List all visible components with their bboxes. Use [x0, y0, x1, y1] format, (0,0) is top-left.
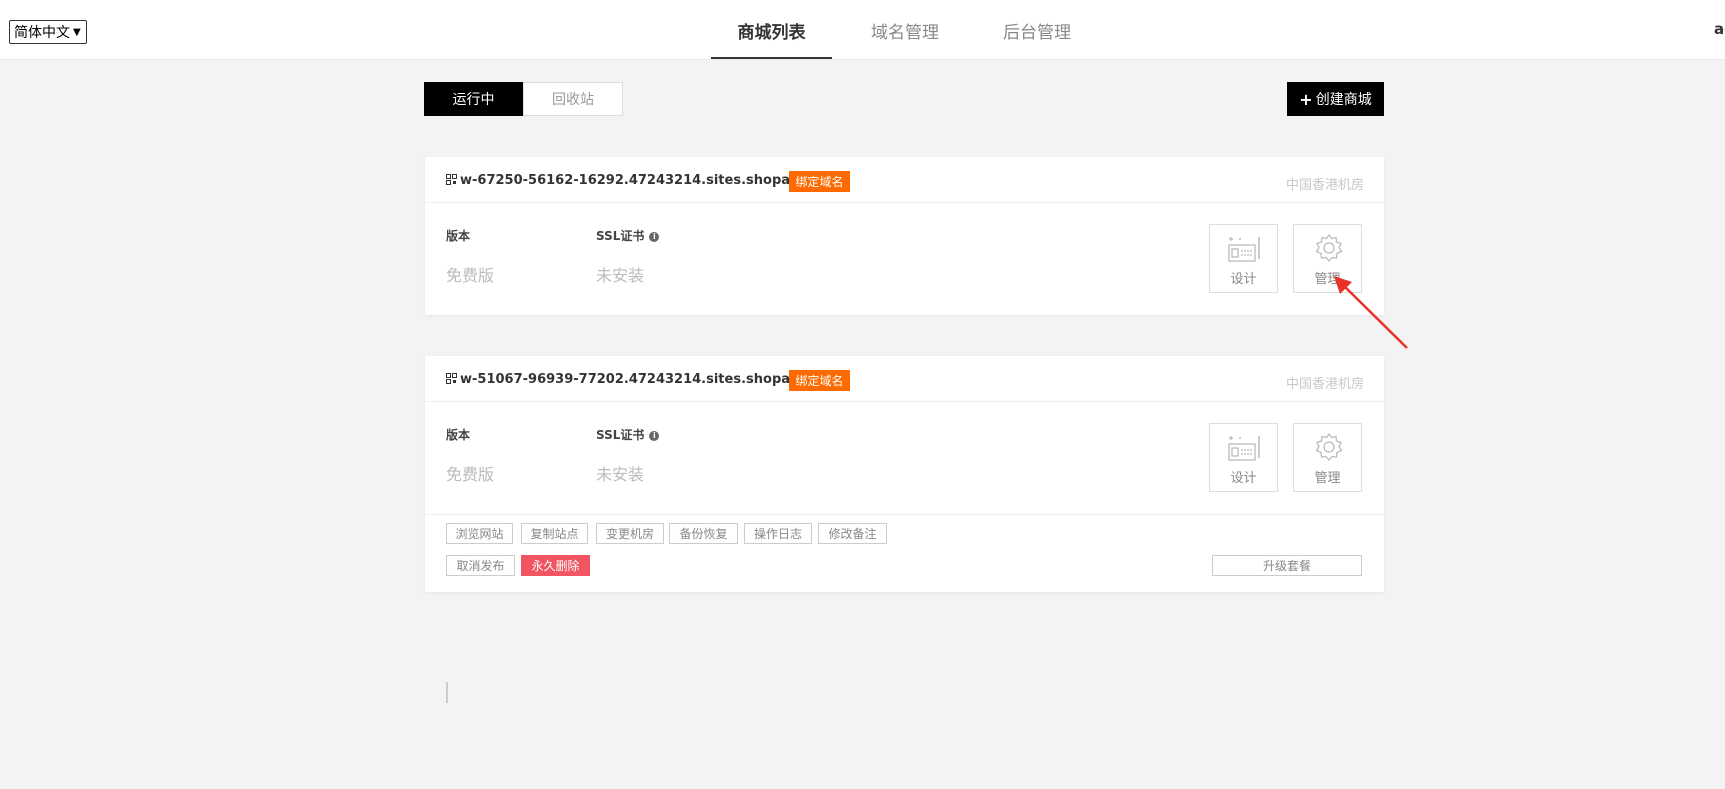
- info-icon[interactable]: i: [649, 430, 660, 441]
- tab-domain-management-label: 域名管理: [871, 23, 939, 43]
- ssl-label: SSL证书 i: [596, 426, 660, 443]
- ssl-label-text: SSL证书: [596, 229, 645, 243]
- bind-domain-button[interactable]: 绑定域名: [789, 370, 850, 391]
- shop-card-body: 版本 免费版 SSL证书 i 未安装 设计 管理: [425, 203, 1384, 315]
- upgrade-plan-button[interactable]: 升级套餐: [1212, 555, 1362, 576]
- status-tab-recycle-bin-label: 回收站: [552, 92, 594, 108]
- edit-remark-button[interactable]: 修改备注: [818, 523, 887, 544]
- gear-icon: [1315, 432, 1343, 461]
- ssl-value: 未安装: [596, 465, 645, 484]
- ssl-value: 未安装: [596, 266, 645, 285]
- status-tab-running-label: 运行中: [452, 92, 495, 108]
- unpublish-button[interactable]: 取消发布: [446, 555, 515, 576]
- manage-button[interactable]: 管理: [1293, 423, 1362, 492]
- info-icon[interactable]: i: [649, 231, 660, 242]
- version-value: 免费版: [446, 266, 495, 285]
- shop-domain[interactable]: w-67250-56162-16292.47243214.sites.shopa…: [460, 173, 828, 188]
- server-region: 中国香港机房: [1285, 377, 1364, 392]
- shop-card: w-67250-56162-16292.47243214.sites.shopa…: [425, 157, 1384, 315]
- create-shop-button-label: 创建商城: [1315, 92, 1372, 108]
- qr-code-icon: [446, 373, 457, 384]
- create-shop-button[interactable]: + 创建商城: [1287, 82, 1384, 116]
- shop-card-header: w-67250-56162-16292.47243214.sites.shopa…: [425, 157, 1384, 203]
- design-icon: [1228, 237, 1260, 262]
- user-account-partial[interactable]: ac: [1714, 20, 1725, 38]
- manage-button-label: 管理: [1314, 471, 1341, 486]
- design-icon: [1228, 436, 1260, 461]
- shop-card-body: 版本 免费版 SSL证书 i 未安装 设计 管理: [425, 402, 1384, 514]
- design-button[interactable]: 设计: [1209, 224, 1278, 293]
- status-tab-running[interactable]: 运行中: [424, 82, 523, 116]
- tab-backend-management[interactable]: 后台管理: [992, 18, 1082, 59]
- design-button[interactable]: 设计: [1209, 423, 1278, 492]
- qr-code-icon: [446, 174, 457, 185]
- tab-shop-list[interactable]: 商城列表: [711, 18, 832, 59]
- operation-log-button[interactable]: 操作日志: [744, 523, 812, 544]
- shop-domain[interactable]: w-51067-96939-77202.47243214.sites.shopa…: [460, 372, 828, 387]
- gear-icon: [1315, 233, 1343, 262]
- tab-backend-management-label: 后台管理: [1003, 23, 1071, 43]
- plus-icon: +: [1299, 89, 1313, 109]
- delete-permanently-button[interactable]: 永久删除: [521, 555, 590, 576]
- ssl-label-text: SSL证书: [596, 428, 645, 442]
- version-label: 版本: [446, 229, 471, 243]
- change-server-button[interactable]: 变更机房: [596, 523, 664, 544]
- design-button-label: 设计: [1230, 272, 1257, 287]
- tab-shop-list-label: 商城列表: [737, 23, 806, 43]
- top-navbar: 简体中文 ▼ 商城列表 域名管理 后台管理 ac: [0, 0, 1725, 60]
- server-region: 中国香港机房: [1285, 178, 1364, 193]
- chevron-down-icon: ▼: [73, 26, 81, 38]
- copy-site-button[interactable]: 复制站点: [521, 523, 588, 544]
- ssl-label: SSL证书 i: [596, 227, 660, 244]
- tab-domain-management[interactable]: 域名管理: [860, 18, 950, 59]
- backup-restore-button[interactable]: 备份恢复: [669, 523, 738, 544]
- status-tab-recycle-bin[interactable]: 回收站: [523, 82, 623, 116]
- language-select-value: 简体中文: [14, 25, 70, 41]
- language-select[interactable]: 简体中文 ▼: [9, 20, 87, 44]
- version-label: 版本: [446, 428, 471, 442]
- red-arrow-annotation: [1334, 276, 1408, 349]
- version-value: 免费版: [446, 465, 495, 484]
- shop-card-header: w-51067-96939-77202.47243214.sites.shopa…: [425, 356, 1384, 402]
- bind-domain-button[interactable]: 绑定域名: [789, 171, 850, 192]
- design-button-label: 设计: [1230, 471, 1257, 486]
- browse-site-button[interactable]: 浏览网站: [446, 523, 513, 544]
